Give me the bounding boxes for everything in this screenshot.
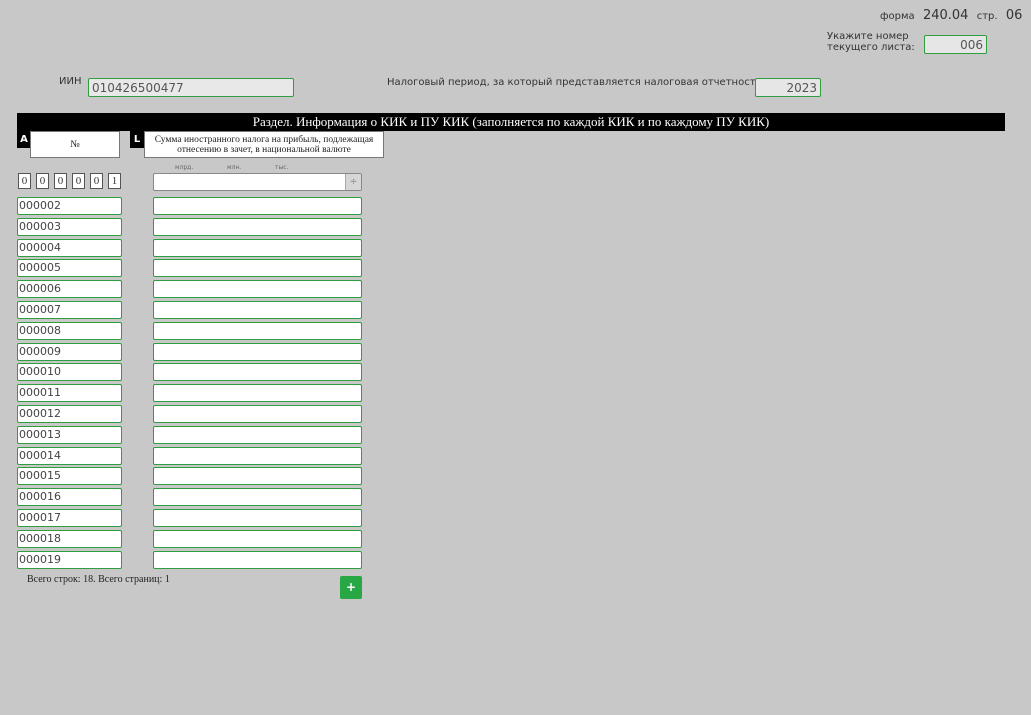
row-number-input[interactable]: 000009 bbox=[17, 342, 122, 361]
tax-amount-input[interactable] bbox=[153, 446, 362, 465]
row-number-input[interactable]: 000017 bbox=[17, 509, 122, 527]
tax-amount-input[interactable] bbox=[153, 342, 362, 361]
tax-amount-input[interactable] bbox=[153, 405, 362, 423]
tax-amount-input[interactable] bbox=[153, 384, 362, 403]
tax-amount-input[interactable] bbox=[153, 550, 362, 569]
column-l-letter: L bbox=[130, 131, 144, 148]
row-number-input[interactable]: 000008 bbox=[17, 321, 122, 340]
tax-period-label: Налоговый период, за который представляе… bbox=[387, 77, 787, 88]
tax-amount-input[interactable] bbox=[153, 238, 362, 257]
iin-input[interactable]: 010426500477 bbox=[88, 78, 294, 97]
section-title: Раздел. Информация о КИК и ПУ КИК (запол… bbox=[17, 113, 1005, 131]
tax-amount-input[interactable] bbox=[153, 529, 362, 548]
sheet-number-input[interactable]: 006 bbox=[924, 35, 987, 54]
tax-amount-input[interactable] bbox=[153, 301, 362, 319]
row-number-digit[interactable]: 0 bbox=[18, 173, 31, 189]
row-number-digit[interactable]: 1 bbox=[108, 173, 121, 189]
tax-amount-input[interactable] bbox=[153, 197, 362, 215]
tax-amount-input[interactable]: ÷ bbox=[153, 173, 362, 191]
spinner-icon[interactable]: ÷ bbox=[345, 174, 361, 190]
tax-amount-input[interactable] bbox=[153, 280, 362, 299]
tax-amount-input[interactable] bbox=[153, 425, 362, 444]
page-prefix: стр. bbox=[976, 11, 998, 22]
row-number-input[interactable]: 000006 bbox=[17, 280, 122, 299]
row-number-input[interactable]: 000004 bbox=[17, 238, 122, 257]
row-number-input[interactable]: 000013 bbox=[17, 425, 122, 444]
row-number-input[interactable]: 000015 bbox=[17, 467, 122, 486]
column-l-header: Сумма иностранного налога на прибыль, по… bbox=[144, 131, 384, 158]
form-info: форма 240.04 стр. 06 bbox=[880, 8, 1022, 23]
row-number-digit[interactable]: 0 bbox=[36, 173, 49, 189]
tax-amount-input[interactable] bbox=[153, 509, 362, 527]
row-number-input[interactable]: 000018 bbox=[17, 529, 122, 548]
tax-amount-input[interactable] bbox=[153, 467, 362, 486]
row-number-input[interactable]: 000019 bbox=[17, 550, 122, 569]
unit-label-million: млн. bbox=[227, 164, 242, 171]
sheet-number-label: Укажите номер текущего листа: bbox=[827, 31, 915, 53]
row-number-input[interactable]: 000003 bbox=[17, 217, 122, 236]
tax-year-input[interactable]: 2023 bbox=[755, 78, 821, 97]
rows-summary: Всего строк: 18. Всего страниц: 1 bbox=[27, 574, 170, 585]
row-number-digit[interactable]: 0 bbox=[72, 173, 85, 189]
form-number: 240.04 bbox=[922, 8, 969, 23]
row-number-input[interactable]: 000014 bbox=[17, 446, 122, 465]
row-number-input[interactable]: 000007 bbox=[17, 301, 122, 319]
tax-amount-input[interactable] bbox=[153, 321, 362, 340]
column-a-letter: A bbox=[17, 131, 31, 148]
row-number-digit[interactable]: 0 bbox=[54, 173, 67, 189]
row-number-input[interactable]: 000005 bbox=[17, 259, 122, 278]
column-a-header: № bbox=[30, 131, 120, 158]
iin-label: ИИН bbox=[59, 76, 82, 87]
unit-label-billion: млрд. bbox=[175, 164, 194, 171]
row-number-input[interactable]: 000011 bbox=[17, 384, 122, 403]
tax-amount-input[interactable] bbox=[153, 259, 362, 278]
row-number-input[interactable]: 000010 bbox=[17, 363, 122, 382]
page-number: 06 bbox=[1005, 8, 1023, 23]
tax-amount-input[interactable] bbox=[153, 217, 362, 236]
row-number-input[interactable]: 000016 bbox=[17, 488, 122, 507]
form-prefix: форма bbox=[880, 11, 915, 22]
tax-amount-input[interactable] bbox=[153, 363, 362, 382]
row-number-input[interactable]: 000002 bbox=[17, 197, 122, 215]
row-number-digit[interactable]: 0 bbox=[90, 173, 103, 189]
add-row-button[interactable]: + bbox=[340, 576, 362, 599]
row-number-input[interactable]: 000012 bbox=[17, 405, 122, 423]
tax-amount-input[interactable] bbox=[153, 488, 362, 507]
unit-label-thousand: тыс. bbox=[275, 164, 289, 171]
